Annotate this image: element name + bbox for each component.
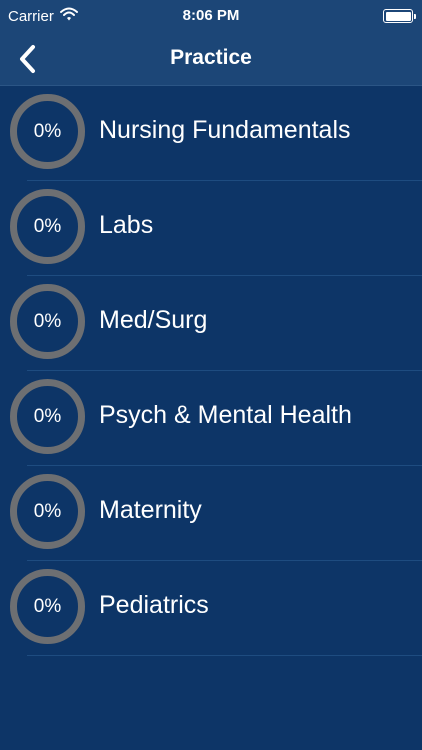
category-label: Psych & Mental Health (99, 401, 352, 429)
category-label: Nursing Fundamentals (99, 116, 351, 144)
progress-ring: 0% (10, 474, 85, 549)
category-label: Labs (99, 211, 154, 239)
category-list: 0% Nursing Fundamentals 0% Labs 0% Med/S… (0, 86, 422, 656)
list-item-nursing-fundamentals[interactable]: 0% Nursing Fundamentals (0, 86, 422, 181)
list-item-pediatrics[interactable]: 0% Pediatrics (0, 561, 422, 656)
category-label: Maternity (99, 496, 202, 524)
progress-percent: 0% (33, 595, 62, 617)
list-item-maternity[interactable]: 0% Maternity (0, 466, 422, 561)
progress-percent: 0% (33, 120, 62, 142)
category-label: Pediatrics (99, 591, 209, 619)
navigation-bar: Practice (0, 32, 422, 86)
progress-ring: 0% (10, 379, 85, 454)
battery-tip (413, 13, 416, 19)
status-bar: Carrier 8:06 PM (0, 0, 422, 32)
category-label: Med/Surg (99, 306, 208, 334)
battery-icon (383, 9, 416, 23)
progress-ring: 0% (10, 94, 85, 169)
progress-percent: 0% (33, 215, 62, 237)
progress-ring: 0% (10, 189, 85, 264)
progress-ring: 0% (10, 569, 85, 644)
page-title: Practice (170, 46, 252, 69)
list-item-med-surg[interactable]: 0% Med/Surg (0, 276, 422, 371)
list-item-labs[interactable]: 0% Labs (0, 181, 422, 276)
row-divider (27, 655, 422, 656)
progress-percent: 0% (33, 405, 62, 427)
battery-fill (385, 11, 411, 21)
list-item-psych-mental-health[interactable]: 0% Psych & Mental Health (0, 371, 422, 466)
progress-percent: 0% (33, 310, 62, 332)
progress-ring: 0% (10, 284, 85, 359)
status-time: 8:06 PM (182, 7, 240, 24)
progress-percent: 0% (33, 500, 62, 522)
